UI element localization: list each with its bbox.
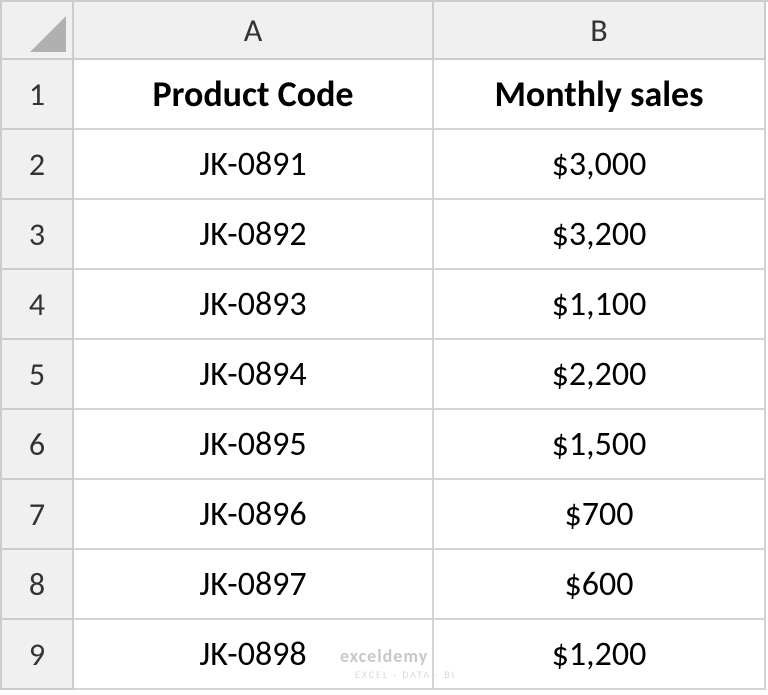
row-header-4[interactable]: 4 xyxy=(2,270,74,340)
cell-b5[interactable]: $2,200 xyxy=(434,340,766,410)
cell-b8[interactable]: $600 xyxy=(434,550,766,620)
column-header-a[interactable]: A xyxy=(74,2,434,60)
select-all-corner[interactable] xyxy=(2,2,74,60)
cell-b1[interactable]: Monthly sales xyxy=(434,60,766,130)
row-header-8[interactable]: 8 xyxy=(2,550,74,620)
cell-a8[interactable]: JK-0897 xyxy=(74,550,434,620)
row-header-5[interactable]: 5 xyxy=(2,340,74,410)
cell-b3[interactable]: $3,200 xyxy=(434,200,766,270)
row-header-3[interactable]: 3 xyxy=(2,200,74,270)
cell-a1[interactable]: Product Code xyxy=(74,60,434,130)
cell-b7[interactable]: $700 xyxy=(434,480,766,550)
row-header-7[interactable]: 7 xyxy=(2,480,74,550)
row-header-9[interactable]: 9 xyxy=(2,620,74,690)
row-header-2[interactable]: 2 xyxy=(2,130,74,200)
column-header-b[interactable]: B xyxy=(434,2,766,60)
cell-b4[interactable]: $1,100 xyxy=(434,270,766,340)
cell-a3[interactable]: JK-0892 xyxy=(74,200,434,270)
cell-b9[interactable]: $1,200 xyxy=(434,620,766,690)
cell-a4[interactable]: JK-0893 xyxy=(74,270,434,340)
cell-b6[interactable]: $1,500 xyxy=(434,410,766,480)
cell-a2[interactable]: JK-0891 xyxy=(74,130,434,200)
row-header-1[interactable]: 1 xyxy=(2,60,74,130)
cell-a5[interactable]: JK-0894 xyxy=(74,340,434,410)
cell-a6[interactable]: JK-0895 xyxy=(74,410,434,480)
cell-b2[interactable]: $3,000 xyxy=(434,130,766,200)
cell-a7[interactable]: JK-0896 xyxy=(74,480,434,550)
cell-a9[interactable]: JK-0898 xyxy=(74,620,434,690)
row-header-6[interactable]: 6 xyxy=(2,410,74,480)
spreadsheet-grid: A B 1 Product Code Monthly sales 2 JK-08… xyxy=(0,0,768,690)
